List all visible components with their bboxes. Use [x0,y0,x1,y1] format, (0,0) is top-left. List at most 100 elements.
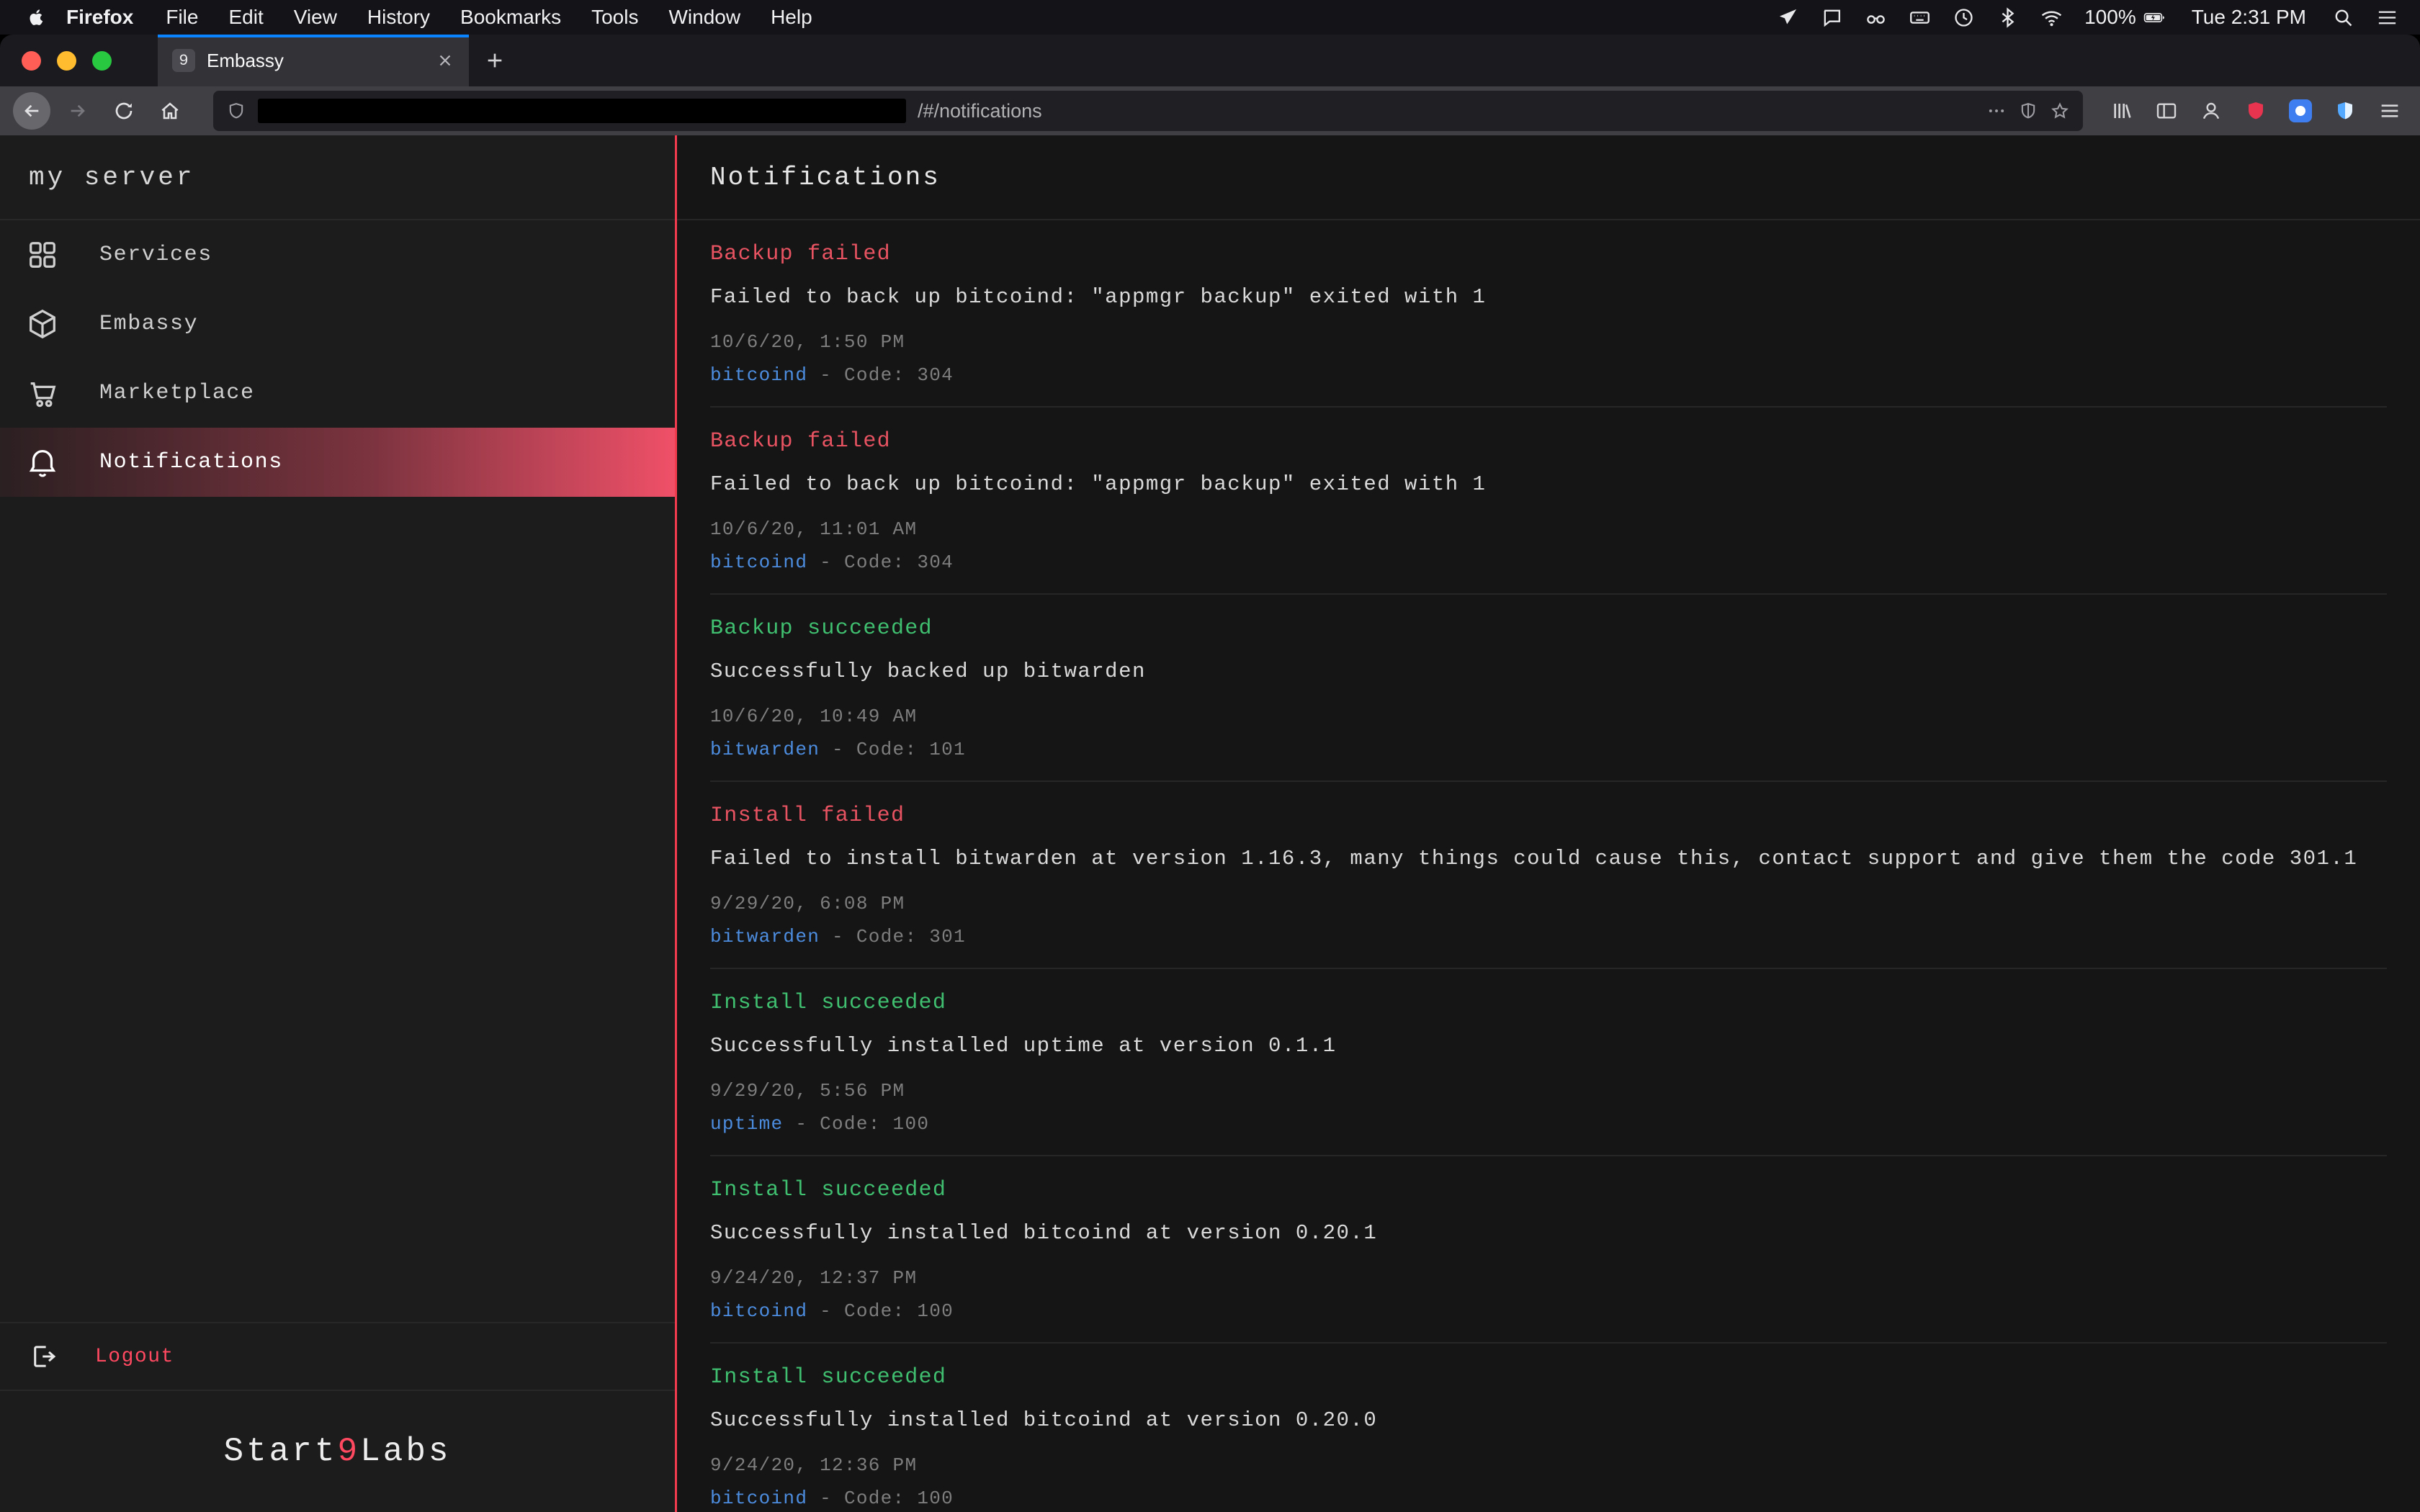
service-link[interactable]: bitcoind [710,1488,807,1509]
toolbar-buttons [2107,99,2407,122]
brand-footer: Start9 Labs [0,1391,675,1512]
firefox-window: 9 Embassy /#/notifications [0,35,2420,1512]
service-link[interactable]: uptime [710,1113,783,1135]
account-icon[interactable] [2200,99,2223,122]
menubar-app-name[interactable]: Firefox [48,6,151,29]
service-link[interactable]: bitwarden [710,926,820,948]
notification-message: Successfully installed bitcoind at versi… [710,1407,2387,1434]
brand-post: Labs [360,1433,451,1470]
notifications-list: Backup failed Failed to back up bitcoind… [677,220,2420,1512]
brand-digit: 9 [338,1433,361,1470]
notification-timestamp: 10/6/20, 1:50 PM [710,330,2387,354]
notification-message: Successfully backed up bitwarden [710,658,2387,685]
minimize-window-button[interactable] [57,51,76,71]
menubar-clock[interactable]: Tue 2:31 PM [2187,6,2311,29]
menu-help[interactable]: Help [756,6,828,29]
new-tab-button[interactable] [483,49,506,72]
tab-bar: 9 Embassy [0,35,2420,86]
logout-label: Logout [95,1346,174,1368]
notification-meta: bitcoind - Code: 304 [710,550,2387,575]
menu-file[interactable]: File [151,6,213,29]
spectacles-icon[interactable] [1865,6,1887,29]
notification-code: - Code: 304 [807,552,954,573]
menu-history[interactable]: History [352,6,445,29]
notification-title: Install succeeded [710,989,2387,1017]
notification-item: Install succeeded Successfully installed… [710,1344,2387,1512]
url-bar[interactable]: /#/notifications [213,91,2083,131]
control-center-icon[interactable] [2376,6,2398,29]
embassy-app: my server Services Embassy Marketplace N… [0,135,2420,1512]
battery-status[interactable]: 100% [2084,6,2166,29]
extension-blue-shield-icon[interactable] [2334,99,2357,122]
menu-edit[interactable]: Edit [213,6,278,29]
service-link[interactable]: bitcoind [710,364,807,386]
server-name: my server [0,135,675,220]
hamburger-menu-icon[interactable] [2378,99,2401,122]
service-link[interactable]: bitcoind [710,552,807,573]
permissions-shield-icon[interactable] [226,101,246,121]
notification-message: Failed to back up bitcoind: "appmgr back… [710,471,2387,498]
exit-icon [29,1341,59,1372]
tracking-protection-icon[interactable] [2018,101,2038,121]
sidebar-toggle-icon[interactable] [2155,99,2178,122]
notification-title: Backup failed [710,240,2387,268]
notification-title: Install succeeded [710,1176,2387,1204]
logout-button[interactable]: Logout [0,1322,675,1391]
brand-pre: Start [223,1433,337,1470]
tab-embassy[interactable]: 9 Embassy [158,35,469,86]
bookmark-star-icon[interactable] [2050,101,2070,121]
service-link[interactable]: bitcoind [710,1300,807,1322]
sidebar-item-label: Marketplace [99,381,255,405]
extension-red-shield-icon[interactable] [2244,99,2267,122]
forward-button[interactable] [59,92,97,130]
sidebar-item-services[interactable]: Services [0,220,675,289]
wifi-icon[interactable] [2040,6,2063,29]
redacted-url-segment [258,99,906,123]
clock-icon[interactable] [1953,6,1975,29]
notification-item: Backup failed Failed to back up bitcoind… [710,220,2387,408]
notification-timestamp: 9/29/20, 5:56 PM [710,1079,2387,1103]
sidebar-item-embassy[interactable]: Embassy [0,289,675,359]
spotlight-search-icon[interactable] [2332,6,2354,29]
bluetooth-icon[interactable] [1996,6,2019,29]
page-actions-icon[interactable] [1986,101,2007,121]
notification-message: Failed to back up bitcoind: "appmgr back… [710,284,2387,311]
menu-view[interactable]: View [279,6,352,29]
notification-timestamp: 10/6/20, 10:49 AM [710,704,2387,729]
notification-code: - Code: 101 [820,739,966,760]
extension-blue-icon[interactable] [2289,99,2312,122]
menu-tools[interactable]: Tools [576,6,653,29]
menu-bookmarks[interactable]: Bookmarks [445,6,576,29]
notification-item: Backup succeeded Successfully backed up … [710,595,2387,782]
back-button[interactable] [13,92,50,130]
notification-title: Install failed [710,802,2387,829]
menu-window[interactable]: Window [653,6,756,29]
notification-title: Install succeeded [710,1364,2387,1391]
sidebar-item-label: Embassy [99,312,198,336]
chat-bubble-icon[interactable] [1821,6,1843,29]
notification-title: Backup failed [710,428,2387,455]
service-link[interactable]: bitwarden [710,739,820,760]
tab-close-icon[interactable] [436,51,454,70]
keyboard-icon[interactable] [1909,6,1931,29]
sidebar-item-marketplace[interactable]: Marketplace [0,359,675,428]
notification-code: - Code: 100 [807,1488,954,1509]
notification-timestamp: 9/29/20, 6:08 PM [710,891,2387,916]
notification-code: - Code: 301 [820,926,966,948]
home-button[interactable] [151,92,189,130]
library-icon[interactable] [2110,99,2133,122]
apple-menu-icon[interactable] [24,6,48,29]
paper-plane-icon[interactable] [1777,6,1799,29]
screen: Firefox File Edit View History Bookmarks… [0,0,2420,1512]
notification-meta: uptime - Code: 100 [710,1112,2387,1136]
sidebar-item-label: Services [99,243,212,267]
reload-button[interactable] [105,92,143,130]
notification-timestamp: 9/24/20, 12:37 PM [710,1266,2387,1290]
notification-item: Install failed Failed to install bitward… [710,782,2387,969]
notification-meta: bitcoind - Code: 100 [710,1299,2387,1323]
notification-code: - Code: 304 [807,364,954,386]
close-window-button[interactable] [22,51,41,71]
zoom-window-button[interactable] [92,51,112,71]
notification-message: Failed to install bitwarden at version 1… [710,845,2387,873]
sidebar-item-notifications[interactable]: Notifications [0,428,675,497]
